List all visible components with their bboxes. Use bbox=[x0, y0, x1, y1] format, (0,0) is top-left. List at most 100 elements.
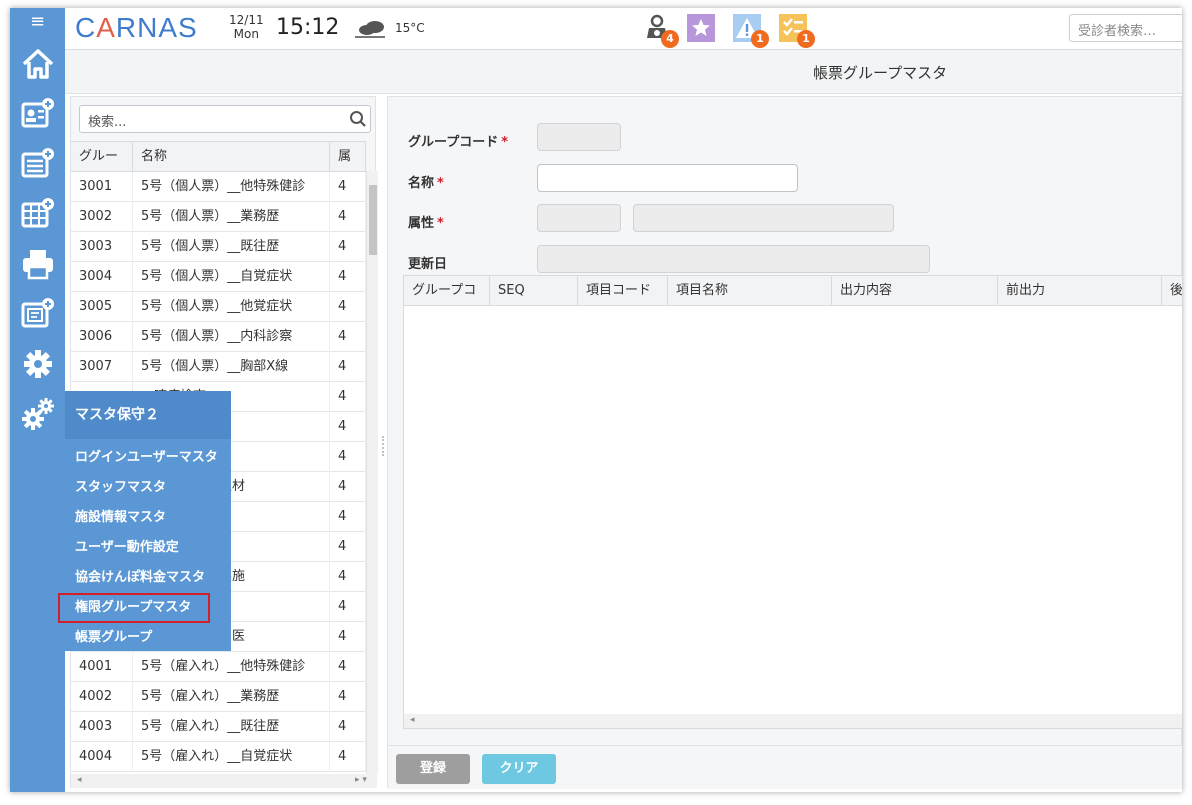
date-weekday: Mon bbox=[233, 27, 259, 41]
carnas-logo[interactable]: CARNAS bbox=[75, 12, 198, 44]
column-header-post-output[interactable]: 後 bbox=[1162, 276, 1182, 306]
column-header-name[interactable]: 名称 bbox=[133, 142, 330, 172]
cell-name: 5号（個人票）__業務歴 bbox=[133, 202, 330, 232]
column-header-group-code[interactable]: グループコ bbox=[404, 276, 490, 306]
cell-code: 4003 bbox=[71, 712, 133, 742]
cell-attr: 4 bbox=[330, 652, 366, 682]
warning-notification[interactable]: 1 bbox=[733, 14, 769, 48]
column-header-pre-output[interactable]: 前出力 bbox=[998, 276, 1162, 306]
cell-name: 5号（個人票）__他特殊健診 bbox=[133, 172, 330, 202]
table-row[interactable]: 4002 5号（雇入れ）__業務歴 4 bbox=[71, 682, 366, 712]
menu-item[interactable]: 施設情報マスタ bbox=[65, 503, 231, 533]
cell-code: 3002 bbox=[71, 202, 133, 232]
column-header-output-content[interactable]: 出力内容 bbox=[832, 276, 998, 306]
clear-button[interactable]: クリア bbox=[482, 754, 556, 784]
name-field[interactable] bbox=[537, 164, 798, 192]
add-patient-icon[interactable] bbox=[20, 96, 56, 132]
gears-icon[interactable] bbox=[20, 396, 56, 432]
home-icon[interactable] bbox=[20, 46, 56, 82]
search-icon[interactable] bbox=[349, 110, 367, 128]
list-horizontal-scrollbar[interactable]: ◂ ▸ ▾ bbox=[71, 774, 377, 788]
cell-attr: 4 bbox=[330, 262, 366, 292]
scroll-thumb[interactable] bbox=[369, 185, 377, 255]
table-row[interactable]: 4003 5号（雇入れ）__既往歴 4 bbox=[71, 712, 366, 742]
menu-item[interactable]: 協会けんぽ料金マスタ bbox=[65, 563, 231, 593]
menu-item[interactable]: 帳票グループ bbox=[65, 623, 231, 653]
cell-code: 3007 bbox=[71, 352, 133, 382]
list-search-input[interactable]: 検索... bbox=[79, 105, 371, 133]
menu-icon[interactable]: ≡ bbox=[10, 8, 65, 38]
warning-count-badge: 1 bbox=[751, 30, 769, 48]
table-row[interactable]: 3005 5号（個人票）__他覚症状 4 bbox=[71, 292, 366, 322]
date-display: 12/11 Mon bbox=[229, 13, 264, 41]
menu-title: マスタ保守２ bbox=[65, 391, 231, 439]
cell-attr: 4 bbox=[330, 532, 366, 562]
cell-code: 3005 bbox=[71, 292, 133, 322]
column-header-item-code[interactable]: 項目コード bbox=[578, 276, 668, 306]
patient-search-input[interactable]: 受診者検索… bbox=[1069, 14, 1182, 42]
doctor-notification[interactable]: 4 bbox=[643, 14, 679, 48]
clock: 15:12 bbox=[276, 15, 340, 40]
panel-splitter[interactable] bbox=[380, 96, 386, 788]
table-row[interactable]: 3003 5号（個人票）__既往歴 4 bbox=[71, 232, 366, 262]
add-checklist-icon[interactable] bbox=[20, 146, 56, 182]
checklist-notification[interactable]: 1 bbox=[779, 14, 815, 48]
cell-code: 4001 bbox=[71, 652, 133, 682]
table-row[interactable]: 3001 5号（個人票）__他特殊健診 4 bbox=[71, 172, 366, 202]
register-button[interactable]: 登録 bbox=[396, 754, 470, 784]
page-title: 帳票グループマスタ bbox=[813, 64, 948, 82]
splitter-grip[interactable] bbox=[382, 436, 384, 456]
group-code-field[interactable] bbox=[537, 123, 621, 151]
menu-item[interactable]: 権限グループマスタ bbox=[58, 593, 210, 623]
group-items-grid: グループコ SEQ 項目コード 項目名称 出力内容 前出力 後 ◂ bbox=[403, 275, 1182, 729]
items-horizontal-scrollbar[interactable]: ◂ bbox=[404, 714, 1182, 728]
menu-item[interactable]: ユーザー動作設定 bbox=[65, 533, 231, 563]
cell-attr: 4 bbox=[330, 622, 366, 652]
temperature: 15°C bbox=[395, 21, 425, 35]
cell-attr: 4 bbox=[330, 502, 366, 532]
cell-name: 5号（個人票）__内科診察 bbox=[133, 322, 330, 352]
gear-icon[interactable] bbox=[20, 346, 56, 382]
list-vertical-scrollbar[interactable] bbox=[366, 171, 378, 774]
table-row[interactable]: 3004 5号（個人票）__自覚症状 4 bbox=[71, 262, 366, 292]
cell-name: 5号（雇入れ）__業務歴 bbox=[133, 682, 330, 712]
updated-date-field[interactable] bbox=[537, 245, 930, 273]
add-table-icon[interactable] bbox=[20, 196, 56, 232]
master-maintenance-menu: マスタ保守２ ログインユーザーマスタ スタッフマスタ 施設情報マスタ ユーザー動作設定… bbox=[58, 391, 231, 653]
favorites-button[interactable] bbox=[687, 14, 717, 44]
app-window: ≡ CARNAS 12/11 Mon 15:12 15°C 4 1 1 受診者検… bbox=[10, 8, 1182, 792]
cell-name: 5号（雇入れ）__既往歴 bbox=[133, 712, 330, 742]
cell-name: 5号（個人票）__既往歴 bbox=[133, 232, 330, 262]
cell-code: 3004 bbox=[71, 262, 133, 292]
sidebar: ≡ bbox=[10, 8, 65, 792]
scroll-left-icon[interactable]: ◂ bbox=[77, 775, 82, 785]
column-header-code[interactable]: グルー bbox=[71, 142, 133, 172]
name-label: 名称 * bbox=[408, 176, 444, 191]
table-row[interactable]: 3006 5号（個人票）__内科診察 4 bbox=[71, 322, 366, 352]
menu-item[interactable]: スタッフマスタ bbox=[65, 473, 231, 503]
column-header-seq[interactable]: SEQ bbox=[490, 276, 578, 306]
star-icon bbox=[687, 14, 715, 42]
column-header-item-name[interactable]: 項目名称 bbox=[668, 276, 832, 306]
column-header-attr[interactable]: 属 bbox=[330, 142, 366, 172]
attribute-label: 属性 * bbox=[408, 216, 444, 231]
scroll-left-icon[interactable]: ◂ bbox=[410, 715, 415, 725]
grid-header: グルー 名称 属 bbox=[71, 142, 366, 172]
attribute-code-field[interactable] bbox=[537, 204, 621, 232]
top-header: CARNAS 12/11 Mon 15:12 15°C 4 1 1 受診者検索… bbox=[65, 8, 1182, 50]
table-row[interactable]: 3002 5号（個人票）__業務歴 4 bbox=[71, 202, 366, 232]
cloud-icon bbox=[353, 17, 387, 41]
menu-item[interactable]: ログインユーザーマスタ bbox=[65, 443, 231, 473]
add-report-icon[interactable] bbox=[20, 296, 56, 332]
table-row[interactable]: 3007 5号（個人票）__胸部X線 4 bbox=[71, 352, 366, 382]
cell-attr: 4 bbox=[330, 322, 366, 352]
cell-name: 5号（個人票）__自覚症状 bbox=[133, 262, 330, 292]
table-row[interactable]: 4001 5号（雇入れ）__他特殊健診 4 bbox=[71, 652, 366, 682]
cell-name: 5号（個人票）__胸部X線 bbox=[133, 352, 330, 382]
cell-code: 4002 bbox=[71, 682, 133, 712]
table-row[interactable]: 4004 5号（雇入れ）__自覚症状 4 bbox=[71, 742, 366, 772]
printer-icon[interactable] bbox=[20, 246, 56, 282]
attribute-name-field[interactable] bbox=[633, 204, 894, 232]
scroll-right-icon[interactable]: ▸ ▾ bbox=[355, 775, 367, 785]
date-month-day: 12/11 bbox=[229, 13, 264, 27]
